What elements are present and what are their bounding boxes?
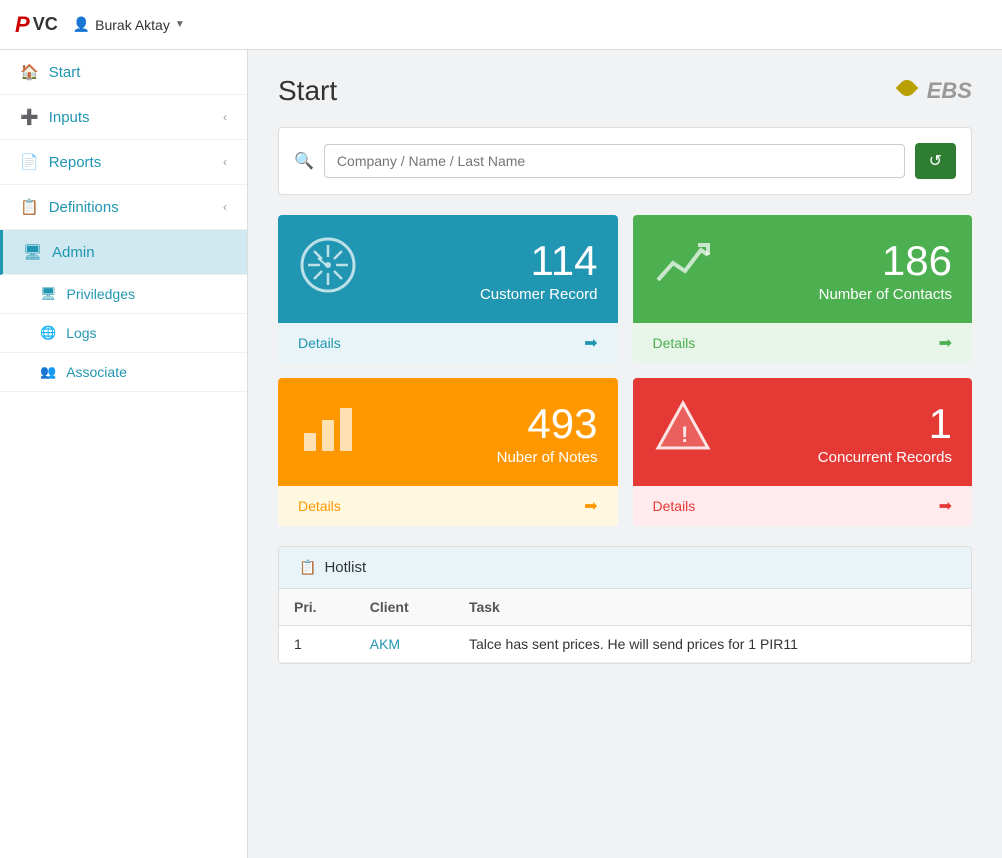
chevron-icon-reports: ‹ — [223, 155, 227, 169]
plus-icon: ➕ — [20, 108, 39, 126]
main-layout: 🏠 Start ➕ Inputs ‹ 📄 Reports ‹ 📋 Definit… — [0, 50, 1002, 858]
contacts-number: 186 — [819, 240, 952, 282]
notes-details[interactable]: Details ➡ — [278, 486, 618, 526]
stat-card-concurrent: ! 1 Concurrent Records Details ➡ — [633, 378, 973, 526]
ebs-text: EBS — [927, 78, 972, 104]
contacts-label: Number of Contacts — [819, 286, 952, 303]
username-label: Burak Aktay — [95, 17, 170, 33]
search-button[interactable]: ↺ — [915, 143, 956, 179]
sidebar-item-definitions[interactable]: 📋 Definitions ‹ — [0, 185, 247, 230]
ebs-leaf-icon — [896, 77, 924, 105]
logs-icon: 🌐 — [40, 325, 56, 341]
logo-vc: VC — [33, 14, 58, 35]
sidebar-item-start[interactable]: 🏠 Start — [0, 50, 247, 95]
admin-icon: 🖥 — [23, 243, 42, 261]
sidebar-label-logs: Logs — [66, 325, 96, 341]
concurrent-label: Concurrent Records — [818, 449, 952, 466]
arrow-icon-concurrent: ➡ — [939, 496, 952, 516]
arrow-icon-contacts: ➡ — [939, 333, 952, 353]
content-area: Start EBS 🔍 ↺ — [248, 50, 1002, 858]
caret-icon: ▼ — [175, 19, 185, 30]
hotlist-title: Hotlist — [324, 559, 366, 576]
sidebar: 🏠 Start ➕ Inputs ‹ 📄 Reports ‹ 📋 Definit… — [0, 50, 248, 858]
sidebar-label-inputs: Inputs — [49, 109, 90, 126]
stat-card-notes: 493 Nuber of Notes Details ➡ — [278, 378, 618, 526]
chevron-icon-definitions: ‹ — [223, 200, 227, 214]
arrow-icon: ➡ — [584, 333, 597, 353]
svg-text:!: ! — [681, 422, 688, 447]
page-title: Start — [278, 75, 337, 107]
sidebar-item-priviledges[interactable]: 🖥 Priviledges — [0, 275, 247, 314]
concurrent-details[interactable]: Details ➡ — [633, 486, 973, 526]
reports-icon: 📄 — [20, 153, 39, 171]
sidebar-item-reports[interactable]: 📄 Reports ‹ — [0, 140, 247, 185]
hotlist-col-client: Client — [355, 589, 454, 626]
sidebar-label-definitions: Definitions — [49, 199, 119, 216]
user-icon: 👤 — [73, 16, 90, 33]
stat-card-contacts: 186 Number of Contacts Details ➡ — [633, 215, 973, 363]
hotlist-table: Pri. Client Task 1 AKM Talce has sent pr… — [279, 589, 971, 663]
arrow-icon-notes: ➡ — [584, 496, 597, 516]
sidebar-item-associate[interactable]: 👥 Associate — [0, 353, 247, 392]
hotlist-client[interactable]: AKM — [355, 626, 454, 663]
notes-footer-label: Details — [298, 498, 341, 514]
user-menu[interactable]: 👤 Burak Aktay ▼ — [73, 16, 185, 33]
search-icon: 🔍 — [294, 151, 314, 171]
customer-record-label: Customer Record — [480, 286, 598, 303]
navbar: P VC 👤 Burak Aktay ▼ — [0, 0, 1002, 50]
home-icon: 🏠 — [20, 63, 39, 81]
concurrent-number: 1 — [818, 403, 952, 445]
hotlist-header: 📋 Hotlist — [279, 547, 971, 589]
concurrent-icon: ! — [653, 398, 713, 471]
notes-icon — [298, 398, 358, 471]
hotlist-icon: 📋 — [299, 559, 316, 576]
contacts-footer-label: Details — [653, 335, 696, 351]
app-logo: P VC — [15, 12, 58, 38]
customer-record-number: 114 — [480, 240, 598, 282]
sidebar-label-priviledges: Priviledges — [67, 286, 135, 302]
chevron-icon: ‹ — [223, 110, 227, 124]
stats-grid: 114 Customer Record Details ➡ — [278, 215, 972, 526]
sidebar-label-start: Start — [49, 64, 81, 81]
customer-record-footer-label: Details — [298, 335, 341, 351]
sidebar-label-associate: Associate — [66, 364, 127, 380]
concurrent-footer-label: Details — [653, 498, 696, 514]
search-bar: 🔍 ↺ — [278, 127, 972, 195]
table-row: 1 AKM Talce has sent prices. He will sen… — [279, 626, 971, 663]
hotlist-section: 📋 Hotlist Pri. Client Task 1 AKM Talce h… — [278, 546, 972, 664]
sidebar-label-admin: Admin — [52, 244, 95, 261]
hotlist-task: Talce has sent prices. He will send pric… — [454, 626, 971, 663]
logo-p: P — [15, 12, 30, 38]
customer-record-icon — [298, 235, 358, 308]
notes-label: Nuber of Notes — [497, 449, 598, 466]
associate-icon: 👥 — [40, 364, 56, 380]
sidebar-item-admin[interactable]: 🖥 Admin — [0, 230, 247, 275]
stat-card-customer-record: 114 Customer Record Details ➡ — [278, 215, 618, 363]
sidebar-label-reports: Reports — [49, 154, 102, 171]
sidebar-item-inputs[interactable]: ➕ Inputs ‹ — [0, 95, 247, 140]
ebs-logo: EBS — [896, 77, 972, 105]
contacts-icon — [653, 235, 713, 308]
contacts-details[interactable]: Details ➡ — [633, 323, 973, 363]
definitions-icon: 📋 — [20, 198, 39, 216]
hotlist-col-pri: Pri. — [279, 589, 355, 626]
customer-record-details[interactable]: Details ➡ — [278, 323, 618, 363]
hotlist-pri: 1 — [279, 626, 355, 663]
hotlist-col-task: Task — [454, 589, 971, 626]
page-header: Start EBS — [278, 75, 972, 107]
notes-number: 493 — [497, 403, 598, 445]
search-input[interactable] — [324, 144, 905, 178]
sidebar-item-logs[interactable]: 🌐 Logs — [0, 314, 247, 353]
priviledges-icon: 🖥 — [40, 286, 57, 302]
